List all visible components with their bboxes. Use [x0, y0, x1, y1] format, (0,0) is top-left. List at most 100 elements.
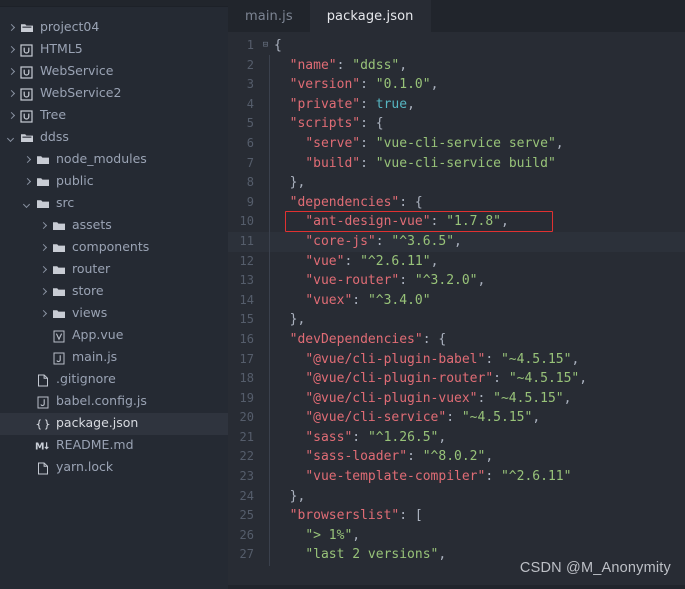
json-file-icon: [35, 417, 50, 431]
code-line-text: "private": true,: [269, 93, 685, 115]
code-line[interactable]: 14 "vuex": "^3.4.0": [228, 289, 685, 311]
sidebar-item-yarn-lock[interactable]: yarn.lock: [0, 457, 228, 479]
sidebar-item-tree[interactable]: Tree: [0, 105, 228, 127]
code-line[interactable]: 9 "dependencies": {: [228, 191, 685, 213]
sidebar-item-package-json[interactable]: package.json: [0, 413, 228, 435]
svg-text:M: M: [35, 442, 44, 452]
editor-tab-bar[interactable]: main.js package.json: [228, 0, 685, 32]
line-number: 15: [239, 312, 254, 327]
sidebar-item-ddss[interactable]: ddss: [0, 127, 228, 149]
chevron-right-icon[interactable]: [6, 111, 17, 122]
sidebar-item-project04[interactable]: project04: [0, 17, 228, 39]
chevron-right-icon[interactable]: [38, 243, 49, 254]
sidebar-item-node-modules[interactable]: node_modules: [0, 149, 228, 171]
chevron-right-icon[interactable]: [6, 67, 17, 78]
code-line[interactable]: 21 "sass": "^1.26.5",: [228, 426, 685, 449]
code-line-text: },: [269, 309, 685, 331]
chevron-right-icon[interactable]: [22, 177, 33, 188]
code-line[interactable]: 19 "@vue/cli-plugin-vuex": "~4.5.15",: [228, 387, 685, 409]
code-line[interactable]: 7 "build": "vue-cli-service build": [228, 152, 685, 174]
chevron-down-icon[interactable]: [22, 199, 33, 210]
code-line[interactable]: 22 "sass-loader": "^8.0.2",: [228, 446, 685, 468]
code-line-text: "build": "vue-cli-service build": [269, 152, 685, 174]
code-line-text: "vue-template-compiler": "^2.6.11": [269, 466, 685, 488]
code-line[interactable]: 25 "browserslist": [: [228, 505, 685, 527]
code-line[interactable]: 5 "scripts": {: [228, 113, 685, 135]
chevron-right-icon[interactable]: [38, 221, 49, 232]
code-line[interactable]: 23 "vue-template-compiler": "^2.6.11": [228, 466, 685, 488]
line-number: 27: [239, 547, 254, 562]
line-number: 16: [239, 331, 254, 346]
chevron-right-icon[interactable]: [38, 287, 49, 298]
sidebar-item-label: views: [72, 305, 108, 321]
sidebar-item-readme-md[interactable]: M README.md: [0, 435, 228, 457]
chevron-right-icon[interactable]: [22, 155, 33, 166]
sidebar-item-webservice2[interactable]: WebService2: [0, 83, 228, 105]
code-line[interactable]: 10 "ant-design-vue": "1.7.8",: [228, 211, 685, 233]
tab-main-js[interactable]: main.js: [228, 0, 310, 32]
chevron-right-icon[interactable]: [38, 309, 49, 320]
code-line[interactable]: 13 "vue-router": "^3.2.0",: [228, 270, 685, 292]
chevron-down-icon[interactable]: [6, 133, 17, 144]
code-line[interactable]: 26 "> 1%",: [228, 524, 685, 547]
sidebar-item-public[interactable]: public: [0, 171, 228, 193]
sidebar-item-assets[interactable]: assets: [0, 215, 228, 237]
sidebar-item-label: store: [72, 283, 104, 299]
sidebar-item-label: babel.config.js: [56, 393, 147, 409]
sidebar-item-src[interactable]: src: [0, 193, 228, 215]
tab-package-json[interactable]: package.json: [309, 0, 431, 32]
line-number: 5: [246, 116, 254, 131]
code-line[interactable]: 1 ⊟{: [228, 36, 685, 56]
code-line[interactable]: 18 "@vue/cli-plugin-router": "~4.5.15",: [228, 368, 685, 390]
sidebar-item-views[interactable]: views: [0, 303, 228, 325]
sidebar-item-webservice[interactable]: WebService: [0, 61, 228, 83]
code-line[interactable]: 12 "vue": "^2.6.11",: [228, 250, 685, 272]
code-line-text: "vue": "^2.6.11",: [269, 250, 685, 272]
line-number: 24: [239, 488, 254, 503]
code-line[interactable]: 8 },: [228, 172, 685, 194]
markdown-file-icon: M: [35, 439, 50, 453]
code-line[interactable]: 20 "@vue/cli-service": "~4.5.15",: [228, 407, 685, 429]
code-line-text: "sass": "^1.26.5",: [269, 426, 685, 449]
code-line[interactable]: 24 },: [228, 485, 685, 507]
code-line[interactable]: 11 "core-js": "^3.6.5",: [228, 230, 685, 253]
code-line[interactable]: 16 "devDependencies": {: [228, 328, 685, 351]
sidebar-item-html5[interactable]: HTML5: [0, 39, 228, 61]
code-line-text: "core-js": "^3.6.5",: [269, 230, 685, 253]
sidebar-top-strip: [0, 0, 228, 7]
line-number: 11: [239, 233, 254, 248]
code-line[interactable]: 17 "@vue/cli-plugin-babel": "~4.5.15",: [228, 348, 685, 370]
project-file-tree[interactable]: project04 HTML5 WebService WebService2 Tree d…: [0, 7, 228, 479]
line-number: 20: [239, 410, 254, 425]
sidebar-item-app-vue[interactable]: App.vue: [0, 325, 228, 347]
sidebar-item-main-js[interactable]: main.js: [0, 347, 228, 369]
chevron-right-icon[interactable]: [38, 265, 49, 276]
folder-module-icon: [19, 21, 34, 35]
code-line[interactable]: 3 "version": "0.1.0",: [228, 74, 685, 96]
code-line-text: "browserslist": [: [269, 505, 685, 527]
code-line[interactable]: 6 "serve": "vue-cli-service serve",: [228, 132, 685, 155]
code-line[interactable]: 4 "private": true,: [228, 93, 685, 115]
code-line-text: "vuex": "^3.4.0": [269, 289, 685, 311]
code-line-text: "scripts": {: [269, 113, 685, 135]
sidebar-item-store[interactable]: store: [0, 281, 228, 303]
line-number: 17: [239, 351, 254, 366]
chevron-right-icon[interactable]: [6, 45, 17, 56]
line-number: 3: [246, 77, 254, 92]
code-editor-content[interactable]: 1 ⊟{2 "name": "ddss", 3 "version": "0.1.0"…: [228, 32, 685, 589]
code-line[interactable]: 2 "name": "ddss",: [228, 54, 685, 76]
line-number: 18: [239, 371, 254, 386]
line-number: 21: [239, 429, 254, 444]
sidebar-item-router[interactable]: router: [0, 259, 228, 281]
chevron-right-icon[interactable]: [6, 23, 17, 34]
chevron-right-icon[interactable]: [6, 89, 17, 100]
code-line[interactable]: 15 },: [228, 309, 685, 331]
fold-collapse-icon[interactable]: ⊟: [259, 36, 272, 56]
sidebar-item-gitignore[interactable]: .gitignore: [0, 369, 228, 391]
sidebar-item-components[interactable]: components: [0, 237, 228, 259]
sidebar-item-babel-config-js[interactable]: babel.config.js: [0, 391, 228, 413]
